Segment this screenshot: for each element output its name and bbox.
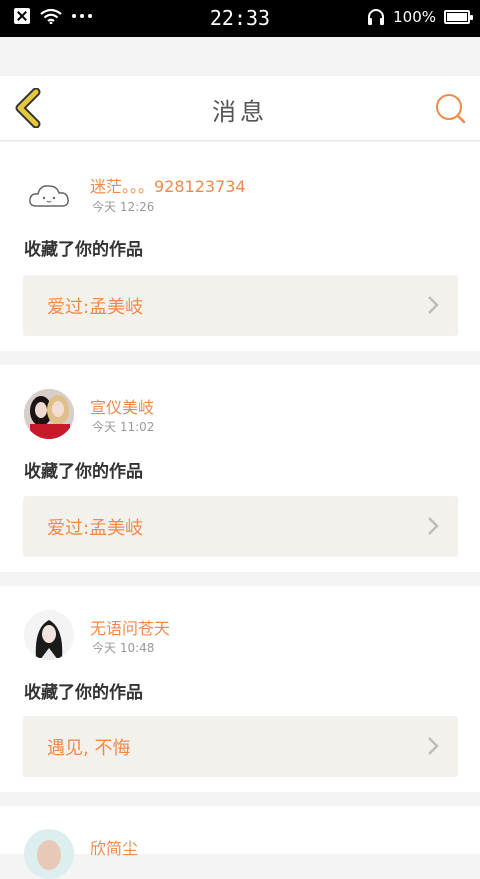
- status-right: 100%: [367, 8, 473, 26]
- message-card: 欣简尘: [0, 806, 480, 879]
- message-time: 今天 10:48: [92, 641, 155, 655]
- search-icon[interactable]: [434, 92, 466, 124]
- user-avatar[interactable]: [24, 829, 74, 879]
- page-title: 消息: [212, 98, 268, 126]
- username[interactable]: 无语问苍天: [90, 615, 170, 639]
- cloud-icon: [29, 185, 69, 207]
- work-link[interactable]: 遇见, 不悔: [23, 716, 458, 777]
- action-text: 收藏了你的作品: [24, 683, 143, 703]
- work-title: 遇见, 不悔: [47, 738, 131, 759]
- chevron-right-icon: [428, 737, 439, 755]
- battery-percent: 100%: [393, 8, 436, 26]
- user-avatar[interactable]: [24, 389, 74, 439]
- app-header: 消息: [0, 76, 480, 141]
- message-card: 迷茫。。。928123734 今天 12:26 收藏了你的作品 爱过:孟美岐: [0, 142, 480, 351]
- user-avatar[interactable]: [24, 610, 74, 660]
- girl-photo-icon: [24, 829, 74, 879]
- headphones-icon: [368, 9, 385, 25]
- username[interactable]: 迷茫。。。928123734: [90, 173, 246, 197]
- battery-icon: [444, 10, 473, 24]
- girl-photo-icon: [24, 610, 74, 660]
- work-title: 爱过:孟美岐: [47, 518, 144, 539]
- chevron-right-icon: [428, 517, 439, 535]
- message-card: 宣仪美岐 今天 11:02 收藏了你的作品 爱过:孟美岐: [0, 365, 480, 572]
- cloud-avatar[interactable]: [24, 170, 74, 220]
- work-title: 爱过:孟美岐: [47, 297, 144, 318]
- username[interactable]: 宣仪美岐: [90, 394, 154, 418]
- message-card: 无语问苍天 今天 10:48 收藏了你的作品 遇见, 不悔: [0, 586, 480, 792]
- username[interactable]: 欣简尘: [90, 835, 138, 859]
- action-text: 收藏了你的作品: [24, 462, 143, 482]
- two-girls-photo-icon: [24, 389, 74, 439]
- message-time: 今天 11:02: [92, 420, 155, 434]
- work-link[interactable]: 爱过:孟美岐: [23, 275, 458, 336]
- work-link[interactable]: 爱过:孟美岐: [23, 496, 458, 557]
- chevron-right-icon: [428, 296, 439, 314]
- message-time: 今天 12:26: [92, 200, 155, 214]
- action-text: 收藏了你的作品: [24, 240, 143, 260]
- status-bar: 22:33 100%: [0, 0, 480, 37]
